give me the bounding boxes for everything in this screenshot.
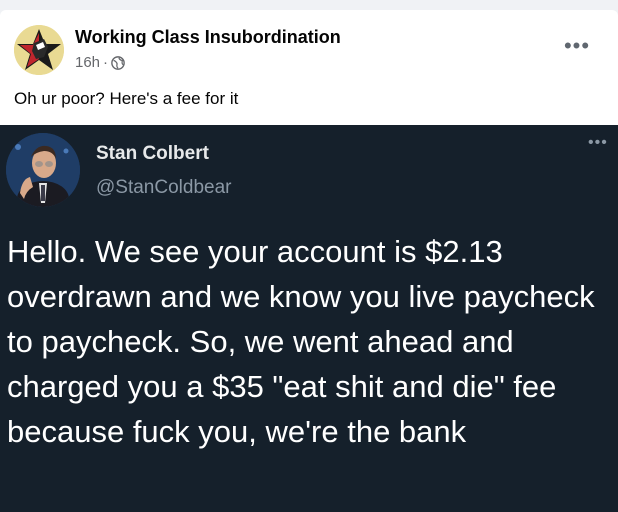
tweet-avatar — [6, 133, 80, 207]
post-caption: Oh ur poor? Here's a fee for it — [14, 89, 239, 108]
post-meta: 16h · — [75, 54, 125, 71]
post-time[interactable]: 16h — [75, 54, 100, 71]
tweet-author-name: Stan Colbert — [96, 143, 209, 164]
more-options-icon[interactable]: ••• — [562, 35, 592, 57]
tweet-screenshot: Stan Colbert @StanColdbear ••• Hello. We… — [0, 125, 618, 512]
tweet-author-handle: @StanColdbear — [96, 177, 232, 198]
meta-separator: · — [103, 54, 109, 71]
person-avatar-icon — [6, 133, 80, 207]
globe-icon[interactable] — [111, 55, 125, 70]
facebook-post-card: Working Class Insubordination 16h · ••• … — [0, 10, 618, 512]
page-name[interactable]: Working Class Insubordination — [75, 27, 341, 48]
star-fist-logo-icon — [14, 25, 64, 75]
tweet-more-icon: ••• — [588, 134, 608, 151]
page-avatar[interactable] — [14, 25, 64, 75]
tweet-text: Hello. We see your account is $2.13 over… — [7, 234, 595, 449]
